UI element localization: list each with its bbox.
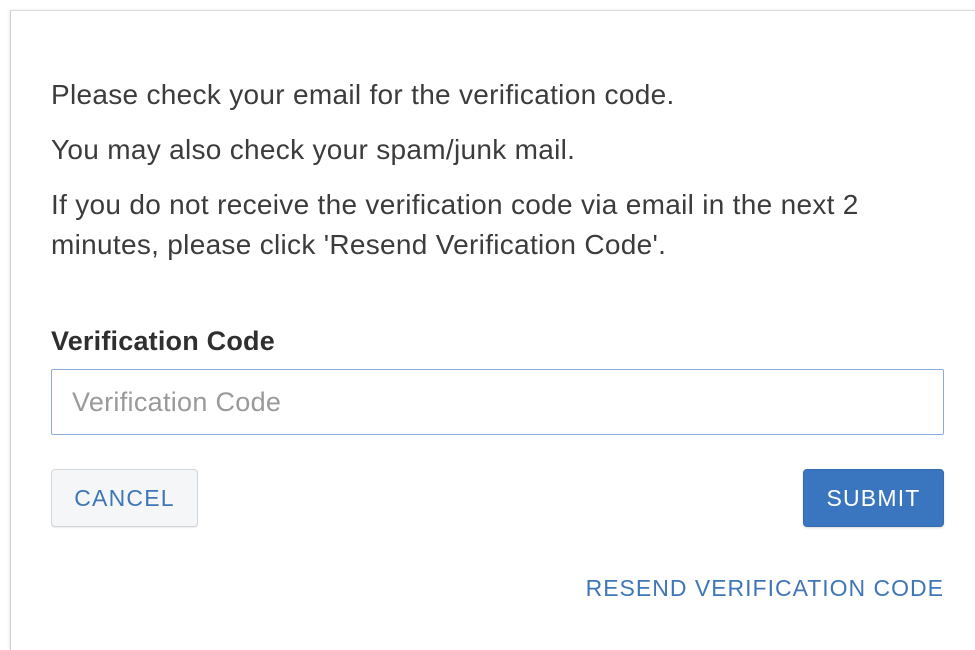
verification-code-label: Verification Code: [51, 326, 275, 356]
instruction-check-email: Please check your email for the verifica…: [51, 79, 675, 110]
instruction-check-spam: You may also check your spam/junk mail.: [51, 134, 576, 165]
verification-code-input[interactable]: [51, 369, 944, 435]
instruction-resend: If you do not receive the verification c…: [51, 189, 859, 260]
cancel-button[interactable]: CANCEL: [51, 469, 198, 527]
resend-verification-code-link[interactable]: RESEND VERIFICATION CODE: [545, 569, 944, 607]
verification-dialog: Please check your email for the verifica…: [10, 10, 975, 650]
submit-button[interactable]: SUBMIT: [803, 469, 944, 527]
